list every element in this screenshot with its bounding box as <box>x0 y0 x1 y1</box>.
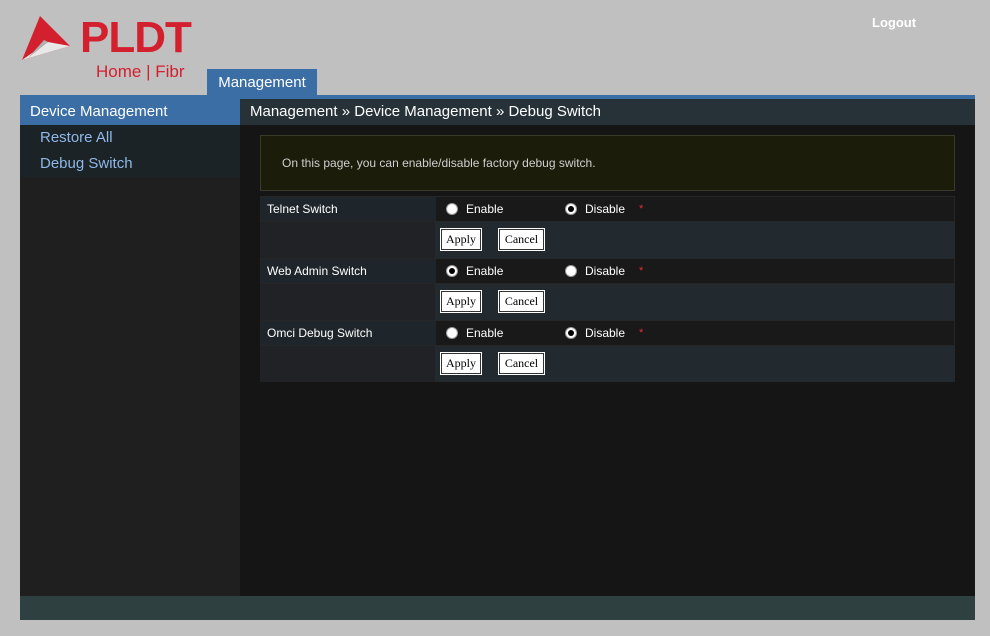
telnet-apply-button[interactable]: Apply <box>440 228 482 251</box>
pldt-logo: PLDT Home | Fibr <box>18 12 218 84</box>
empty-label-cell <box>260 222 435 258</box>
telnet-disable-option[interactable]: Disable <box>565 202 625 216</box>
pldt-logo-icon <box>22 16 70 60</box>
tab-management[interactable]: Management <box>207 69 317 95</box>
telnet-cancel-button[interactable]: Cancel <box>498 228 545 251</box>
sidebar-heading[interactable]: Device Management <box>20 99 240 125</box>
telnet-switch-row: Telnet Switch Enable Disable * <box>260 196 955 222</box>
omci-debug-switch-row: Omci Debug Switch Enable Disable * <box>260 320 955 346</box>
web-admin-disable-label: Disable <box>585 264 626 278</box>
omci-required-mark: * <box>639 327 644 339</box>
sidebar: Device Management Restore All Debug Swit… <box>20 99 240 596</box>
breadcrumb: Management » Device Management » Debug S… <box>240 99 975 125</box>
omci-debug-switch-label: Omci Debug Switch <box>261 321 436 345</box>
telnet-disable-radio[interactable] <box>565 203 577 215</box>
sidebar-item-debug-switch[interactable]: Debug Switch <box>20 151 240 177</box>
brand-name: PLDT <box>80 13 192 62</box>
brand-tagline: Home | Fibr <box>96 62 185 81</box>
sidebar-item-restore-all[interactable]: Restore All <box>20 125 240 151</box>
empty-label-cell <box>260 284 435 320</box>
logout-link[interactable]: Logout <box>872 15 916 30</box>
web-admin-cancel-button[interactable]: Cancel <box>498 290 545 313</box>
web-admin-enable-radio[interactable] <box>446 265 458 277</box>
telnet-disable-label: Disable <box>585 202 626 216</box>
web-admin-enable-option[interactable]: Enable <box>446 264 503 278</box>
omci-disable-label: Disable <box>585 326 626 340</box>
info-box: On this page, you can enable/disable fac… <box>260 135 955 191</box>
omci-cancel-button[interactable]: Cancel <box>498 352 545 375</box>
telnet-enable-radio[interactable] <box>446 203 458 215</box>
web-admin-enable-label: Enable <box>466 264 504 278</box>
main-panel: Device Management Restore All Debug Swit… <box>20 95 975 620</box>
omci-enable-radio[interactable] <box>446 327 458 339</box>
sidebar-list: Restore All Debug Switch <box>20 125 240 177</box>
omci-apply-button[interactable]: Apply <box>440 352 482 375</box>
web-admin-apply-button[interactable]: Apply <box>440 290 482 313</box>
content-area: Management » Device Management » Debug S… <box>240 99 975 596</box>
telnet-required-mark: * <box>639 203 644 215</box>
web-admin-switch-row: Web Admin Switch Enable Disable * <box>260 258 955 284</box>
omci-disable-option[interactable]: Disable <box>565 326 625 340</box>
switch-table: Telnet Switch Enable Disable * Apply Can… <box>260 196 955 382</box>
omci-actions-row: Apply Cancel <box>260 346 955 382</box>
footer-bar <box>20 596 975 620</box>
telnet-enable-label: Enable <box>466 202 504 216</box>
omci-disable-radio[interactable] <box>565 327 577 339</box>
web-admin-actions-row: Apply Cancel <box>260 284 955 320</box>
web-admin-switch-label: Web Admin Switch <box>261 259 436 283</box>
telnet-actions-row: Apply Cancel <box>260 222 955 258</box>
header: PLDT Home | Fibr Logout Management <box>0 0 990 95</box>
omci-enable-option[interactable]: Enable <box>446 326 503 340</box>
web-admin-disable-option[interactable]: Disable <box>565 264 625 278</box>
web-admin-required-mark: * <box>639 265 644 277</box>
empty-label-cell <box>260 346 435 382</box>
telnet-enable-option[interactable]: Enable <box>446 202 503 216</box>
web-admin-disable-radio[interactable] <box>565 265 577 277</box>
omci-enable-label: Enable <box>466 326 504 340</box>
telnet-switch-label: Telnet Switch <box>261 197 436 221</box>
